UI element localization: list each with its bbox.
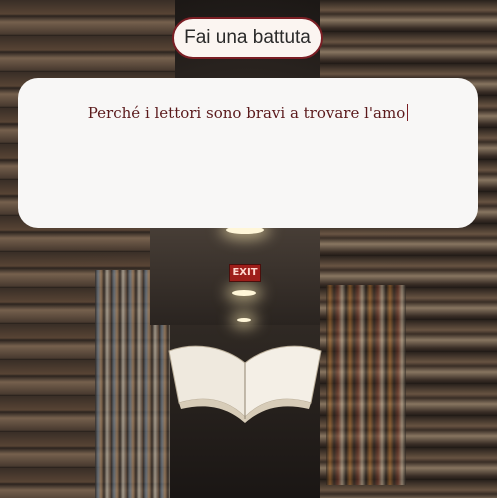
right-bookshelf-books [326, 285, 406, 485]
page-title-text: Fai una battuta [184, 27, 311, 48]
exit-sign: EXIT [229, 264, 261, 282]
library-background-image: EXIT [0, 0, 497, 498]
ceiling-lamp [237, 318, 251, 322]
joke-text: Perché i lettori sono bravi a trovare l'… [87, 104, 406, 122]
joke-text-area[interactable]: Perché i lettori sono bravi a trovare l'… [18, 78, 478, 228]
ceiling-lamp [232, 290, 256, 296]
joke-text-line: Perché i lettori sono bravi a trovare l'… [18, 104, 478, 122]
open-book-image [168, 345, 322, 423]
text-caret [407, 104, 409, 121]
page-title: Fai una battuta [172, 17, 323, 59]
